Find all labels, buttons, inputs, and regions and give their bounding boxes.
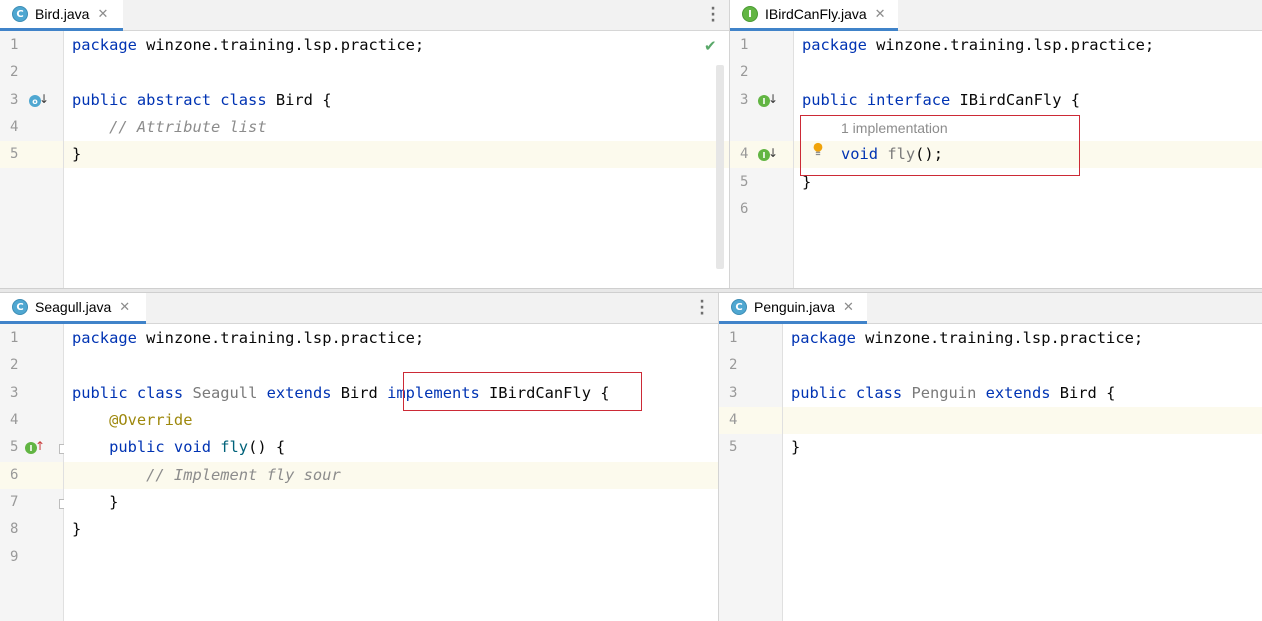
line-number: 8 — [10, 521, 19, 537]
class-icon: C — [12, 299, 28, 315]
line-number: 7 — [10, 494, 19, 510]
close-icon[interactable]: ✕ — [97, 7, 108, 22]
line-number: 2 — [740, 64, 749, 80]
line-number: 5 — [740, 174, 749, 190]
line-number: 1 — [729, 330, 738, 346]
scrollbar[interactable] — [716, 65, 724, 269]
code-editor[interactable]: package winzone.training.lsp.practice; p… — [794, 31, 1262, 288]
tab-bar: C Bird.java ✕ · · · — [0, 0, 729, 31]
arrow-down-icon[interactable]: ↓ — [768, 92, 778, 106]
code-line-4-comment: // Attribute list — [72, 118, 267, 136]
close-icon[interactable]: ✕ — [843, 300, 854, 315]
line-number: 4 — [10, 412, 19, 428]
tab-bar: I IBirdCanFly.java ✕ — [730, 0, 1262, 31]
code-line-4-annotation: @Override — [72, 411, 193, 429]
gutter: 1 2 3 4 5 6 7 8 9 I ↑ — [0, 324, 69, 621]
line-number: 6 — [740, 201, 749, 217]
code-line-1: package winzone.training.lsp.practice; — [802, 36, 1155, 54]
arrow-down-icon[interactable]: ↓ — [39, 92, 49, 106]
class-icon: C — [731, 299, 747, 315]
code-line-1: package winzone.training.lsp.practice; — [72, 329, 425, 347]
line-number: 3 — [10, 385, 19, 401]
callout-box — [800, 115, 1080, 176]
code-line-3: public class Penguin extends Bird { — [791, 384, 1116, 402]
close-icon[interactable]: ✕ — [875, 7, 886, 22]
editor-pane-bird: C Bird.java ✕ · · · 1 2 3 4 5 o ↓ package … — [0, 0, 729, 288]
check-icon[interactable]: ✔ — [704, 37, 717, 55]
gutter: 1 2 3 4 5 6 I ↓ I ↓ — [730, 31, 794, 288]
tab-bar: C Seagull.java ✕ · · · — [0, 293, 718, 324]
tab-bar: C Penguin.java ✕ — [719, 293, 1262, 324]
line-number: 2 — [729, 357, 738, 373]
more-options-icon[interactable]: · · · — [710, 2, 716, 28]
line-number: 4 — [10, 119, 19, 135]
code-editor[interactable]: package winzone.training.lsp.practice; p… — [783, 324, 1262, 621]
tab-penguin-java[interactable]: C Penguin.java ✕ — [719, 293, 867, 324]
callout-box — [403, 372, 642, 411]
line-number: 1 — [740, 37, 749, 53]
line-number: 2 — [10, 357, 19, 373]
close-icon[interactable]: ✕ — [119, 300, 130, 315]
line-number: 5 — [10, 439, 19, 455]
code-line-5: } — [791, 438, 801, 456]
tab-ibirdcanfly-java[interactable]: I IBirdCanFly.java ✕ — [730, 0, 898, 31]
code-line-1: package winzone.training.lsp.practice; — [791, 329, 1144, 347]
editor-pane-penguin: C Penguin.java ✕ 1 2 3 4 5 package winzo… — [719, 293, 1262, 621]
line-number: 5 — [10, 146, 19, 162]
line-number: 2 — [10, 64, 19, 80]
arrow-up-icon[interactable]: ↑ — [35, 439, 45, 453]
line-number: 3 — [740, 92, 749, 108]
line-number: 3 — [10, 92, 19, 108]
line-number: 3 — [729, 385, 738, 401]
tab-bird-java[interactable]: C Bird.java ✕ — [0, 0, 123, 31]
code-editor[interactable]: package winzone.training.lsp.practice; p… — [64, 31, 729, 288]
code-line-1: package winzone.training.lsp.practice; — [72, 36, 425, 54]
code-line-5: } — [72, 145, 82, 163]
editor-pane-ibirdcanfly: I IBirdCanFly.java ✕ 1 2 3 4 5 6 I ↓ I ↓… — [730, 0, 1262, 288]
editor-pane-seagull: C Seagull.java ✕ · · · 1 2 3 4 5 6 7 8 9 I… — [0, 293, 718, 621]
code-line-3: public abstract class Bird { — [72, 91, 332, 109]
line-number: 1 — [10, 330, 19, 346]
tab-label: IBirdCanFly.java — [765, 6, 867, 22]
more-options-icon[interactable]: · · · — [699, 295, 705, 321]
line-number: 5 — [729, 439, 738, 455]
line-number: 4 — [729, 412, 738, 428]
code-editor[interactable]: package winzone.training.lsp.practice; p… — [64, 324, 718, 621]
tab-label: Bird.java — [35, 6, 90, 22]
line-number: 6 — [10, 467, 19, 483]
class-icon: C — [12, 6, 28, 22]
current-line-highlight — [783, 407, 1262, 435]
gutter: 1 2 3 4 5 o ↓ — [0, 31, 64, 288]
code-line-7: } — [72, 493, 119, 511]
gutter: 1 2 3 4 5 — [719, 324, 783, 621]
current-line-highlight — [64, 141, 729, 169]
tab-label: Seagull.java — [35, 299, 112, 315]
line-number: 4 — [740, 146, 749, 162]
code-line-8: } — [72, 520, 82, 538]
code-line-6-comment: // Implement fly sour — [72, 466, 341, 484]
tab-seagull-java[interactable]: C Seagull.java ✕ — [0, 293, 146, 324]
code-line-3: public interface IBirdCanFly { — [802, 91, 1080, 109]
interface-icon: I — [742, 6, 758, 22]
tab-label: Penguin.java — [754, 299, 835, 315]
line-number: 9 — [10, 549, 19, 565]
line-number: 1 — [10, 37, 19, 53]
arrow-down-icon[interactable]: ↓ — [768, 146, 778, 160]
code-line-5: public void fly() { — [72, 438, 286, 456]
